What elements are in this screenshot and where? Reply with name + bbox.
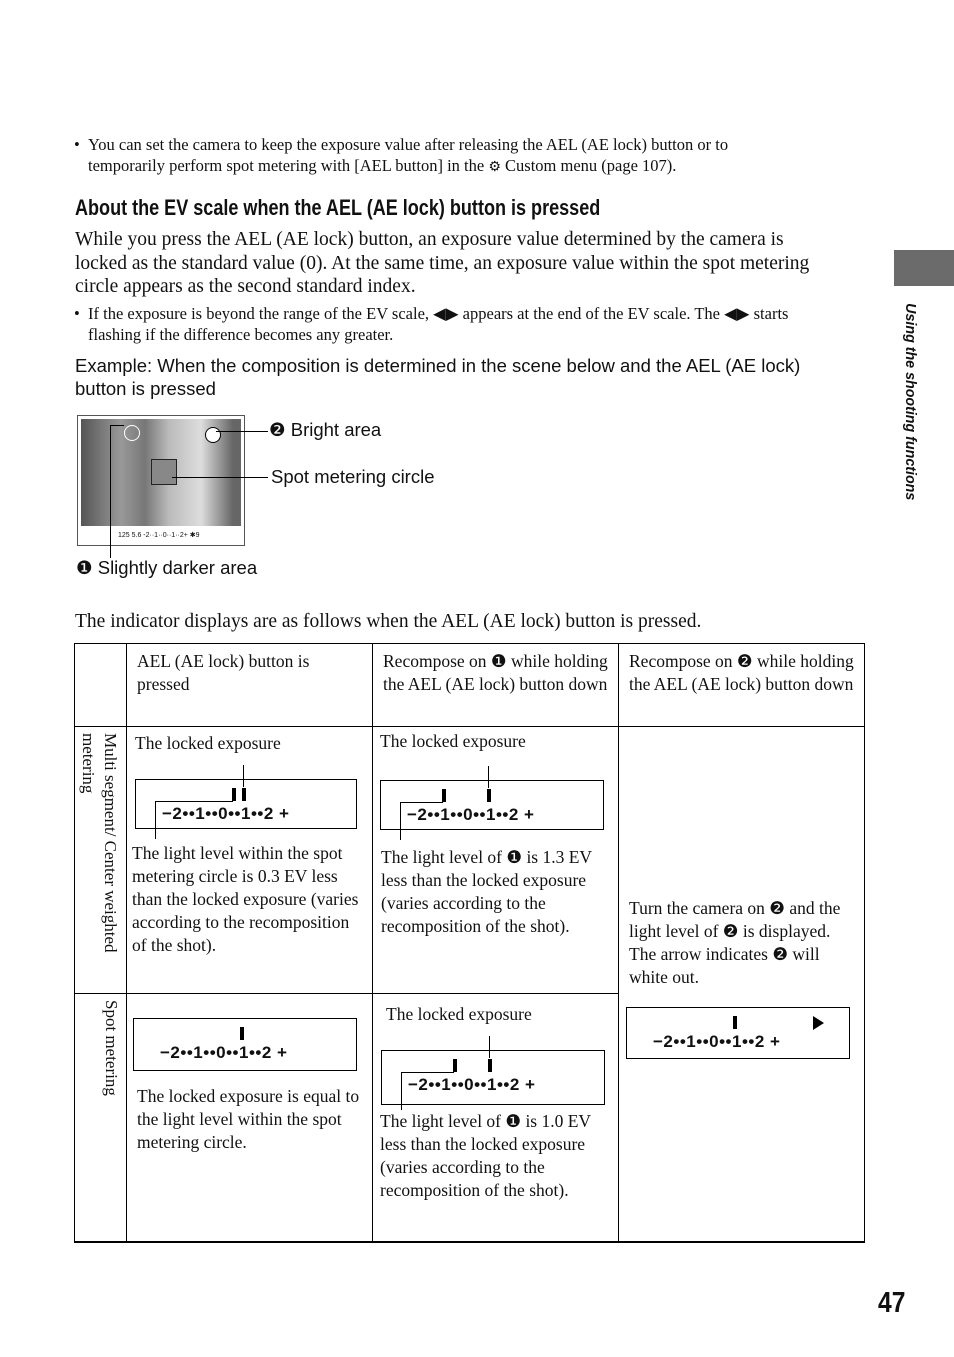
ev-scale-text: −2••1••0••1••2 + — [653, 1032, 781, 1051]
ev-scale-display: −2••1••0••1••2 + — [135, 779, 357, 829]
leader-line — [155, 801, 233, 803]
locked-exposure-marker — [487, 789, 491, 802]
locked-exposure-label: The locked exposure — [386, 1004, 532, 1024]
ev-scale-text: −2••1••0••1••2 + — [160, 1043, 288, 1062]
leader-line — [401, 1072, 403, 1110]
ev-scale-text: −2••1••0••1••2 + — [162, 804, 290, 823]
example-text: Example: When the composition is determi… — [75, 355, 801, 399]
label-dark-area: ❶ Slightly darker area — [76, 557, 258, 578]
leader-line — [401, 1072, 454, 1074]
section-title: About the EV scale when the AEL (AE lock… — [75, 195, 601, 220]
arrow-right-icon — [813, 1016, 824, 1030]
row-label-multi: Multi segment/ Center weighted metering — [79, 733, 120, 953]
viewfinder-image: 125 5.6 -2··1··0··1··2+ ✱9 — [77, 415, 245, 546]
locked-exposure-label: The locked exposure — [135, 733, 281, 753]
ev-scale-text: −2••1••0••1••2 + — [408, 1075, 536, 1094]
header-recompose-2: Recompose on ❷ while holding the AEL (AE… — [629, 651, 854, 694]
leader-line — [488, 766, 490, 788]
leader-line — [243, 765, 245, 787]
manual-page: • You can set the camera to keep the exp… — [0, 0, 954, 1357]
viewfinder-readout: 125 5.6 -2··1··0··1··2+ ✱9 — [118, 532, 200, 539]
side-tab-label: Using the shooting functions — [902, 303, 919, 501]
ev-scale-display: −2••1••0••1••2 + — [133, 1018, 357, 1071]
leader-line — [489, 1036, 491, 1058]
label-spot-circle: Spot metering circle — [271, 466, 435, 487]
table-intro: The indicator displays are as follows wh… — [75, 611, 702, 632]
bullet-text: You can set the camera to keep the expos… — [88, 135, 729, 154]
light-level-marker — [441, 789, 446, 802]
ev-scale-display: −2••1••0••1••2 + — [626, 1007, 850, 1059]
bright-area-circle — [205, 427, 221, 443]
ev-scale-text: −2••1••0••1••2 + — [407, 805, 535, 824]
bullet-text: temporarily perform spot metering with [… — [88, 156, 677, 175]
label-bright-area: ❷ Bright area — [269, 419, 382, 440]
intro-bullet: • You can set the camera to keep the exp… — [74, 134, 848, 178]
gear-icon: ⚙ — [488, 159, 501, 175]
locked-exposure-marker — [488, 1059, 492, 1072]
row-label-spot: Spot metering — [102, 1000, 121, 1096]
light-level-marker — [453, 1059, 457, 1072]
range-bullet: • If the exposure is beyond the range of… — [74, 304, 789, 344]
leader-line — [155, 801, 157, 839]
cell-description: The light level within the spot metering… — [132, 843, 359, 955]
ev-scale-display: −2••1••0••1••2 + — [381, 1050, 605, 1105]
section-tab — [894, 250, 954, 286]
locked-exposure-marker — [242, 788, 246, 801]
cell-description: The light level of ❶ is 1.3 EV less than… — [381, 847, 592, 936]
header-recompose-1: Recompose on ❶ while holding the AEL (AE… — [383, 651, 608, 694]
leader-line — [400, 802, 443, 804]
cell-description: The locked exposure is equal to the ligh… — [137, 1086, 360, 1152]
locked-exposure-label: The locked exposure — [380, 731, 526, 751]
locked-exposure-marker — [733, 1016, 737, 1029]
light-level-marker — [231, 788, 236, 801]
header-pressed: AEL (AE lock) button is pressed — [137, 651, 310, 694]
leader-line — [400, 802, 402, 840]
cell-description: The light level of ❶ is 1.0 EV less than… — [380, 1111, 591, 1200]
page-number: 47 — [878, 1287, 906, 1319]
locked-exposure-marker — [240, 1027, 244, 1040]
paragraph: While you press the AEL (AE lock) button… — [75, 229, 810, 297]
dark-area-circle — [124, 425, 140, 441]
cell-description: Turn the camera on ❷ and the light level… — [629, 898, 841, 987]
ev-scale-display: −2••1••0••1••2 + — [380, 780, 604, 830]
scene-photo — [81, 419, 241, 526]
spot-metering-frame — [151, 459, 177, 485]
